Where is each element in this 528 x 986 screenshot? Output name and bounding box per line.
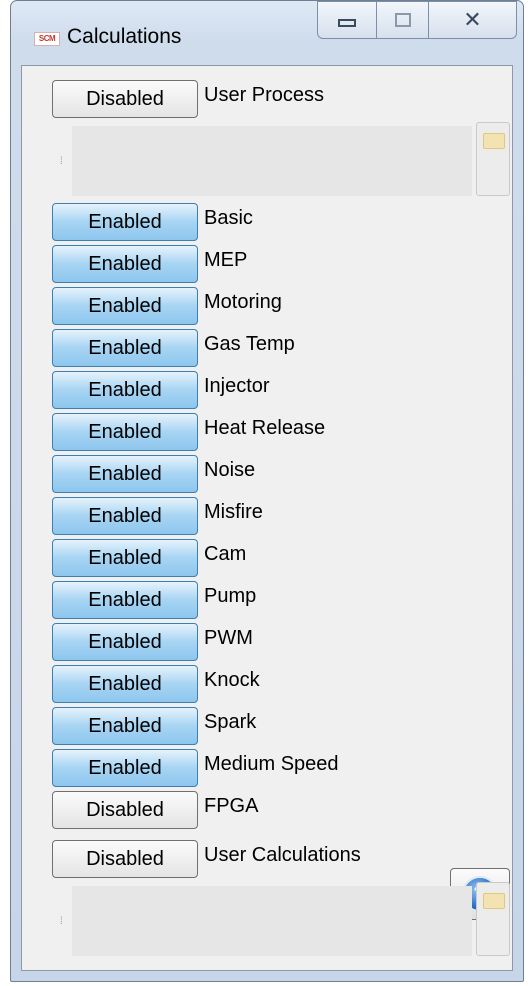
calculation-toggle[interactable]: Enabled: [52, 455, 198, 493]
user-process-toggle[interactable]: Disabled: [52, 80, 198, 118]
calculation-toggle[interactable]: Enabled: [52, 413, 198, 451]
calculation-label: FPGA: [204, 795, 259, 817]
calculation-toggle[interactable]: Disabled: [52, 791, 198, 829]
calculation-toggle[interactable]: Enabled: [52, 749, 198, 787]
calculation-label: Gas Temp: [204, 333, 295, 355]
maximize-button[interactable]: [377, 1, 429, 39]
maximize-icon: [394, 13, 411, 27]
window-title: Calculations: [67, 25, 182, 48]
folder-icon: [483, 133, 505, 149]
window-controls: ✕: [317, 1, 517, 41]
user-calculations-browse-button[interactable]: [476, 882, 510, 956]
grip-icon[interactable]: ⁞: [60, 917, 68, 936]
calculation-label: Noise: [204, 459, 256, 481]
calculation-label: Spark: [204, 711, 257, 733]
calculation-toggle[interactable]: Enabled: [52, 707, 198, 745]
calculation-toggle[interactable]: Enabled: [52, 539, 198, 577]
calculation-toggle[interactable]: Enabled: [52, 623, 198, 661]
minimize-icon: [338, 19, 356, 27]
calculation-label: Injector: [204, 375, 270, 397]
calculation-label: PWM: [204, 627, 253, 649]
calculation-toggle[interactable]: Enabled: [52, 497, 198, 535]
close-button[interactable]: ✕: [429, 1, 517, 39]
calculation-label: Heat Release: [204, 417, 326, 439]
user-process-label: User Process: [204, 84, 325, 106]
calculation-toggle[interactable]: Enabled: [52, 665, 198, 703]
calculations-window: SCM Calculations ✕ Disabled User Process…: [10, 0, 524, 982]
calculation-label: MEP: [204, 249, 248, 271]
calculation-label: Cam: [204, 543, 247, 565]
user-calculations-toggle[interactable]: Disabled: [52, 840, 198, 878]
calculation-label: Basic: [204, 207, 253, 229]
calculation-label: Misfire: [204, 501, 263, 523]
user-calculations-panel: [72, 886, 472, 956]
calculation-toggle[interactable]: Enabled: [52, 581, 198, 619]
client-area: Disabled User Process ⁞ Enabled Basic Enab…: [21, 65, 513, 971]
close-icon: ✕: [463, 7, 482, 32]
minimize-button[interactable]: [317, 1, 377, 39]
user-process-panel: [72, 126, 472, 196]
grip-icon[interactable]: ⁞: [60, 157, 68, 176]
app-logo-icon: SCM: [34, 32, 60, 46]
user-process-browse-button[interactable]: [476, 122, 510, 196]
calculation-toggle[interactable]: Enabled: [52, 203, 198, 241]
user-calculations-label: User Calculations: [204, 844, 361, 866]
folder-icon: [483, 893, 505, 909]
calculation-label: Knock: [204, 669, 260, 691]
title-bar[interactable]: SCM Calculations ✕: [11, 1, 523, 65]
calculation-label: Pump: [204, 585, 257, 607]
calculation-label: Motoring: [204, 291, 282, 313]
calculation-label: Medium Speed: [204, 753, 339, 775]
calculation-toggle[interactable]: Enabled: [52, 329, 198, 367]
calculation-toggle[interactable]: Enabled: [52, 287, 198, 325]
calculation-toggle[interactable]: Enabled: [52, 371, 198, 409]
calculation-toggle[interactable]: Enabled: [52, 245, 198, 283]
